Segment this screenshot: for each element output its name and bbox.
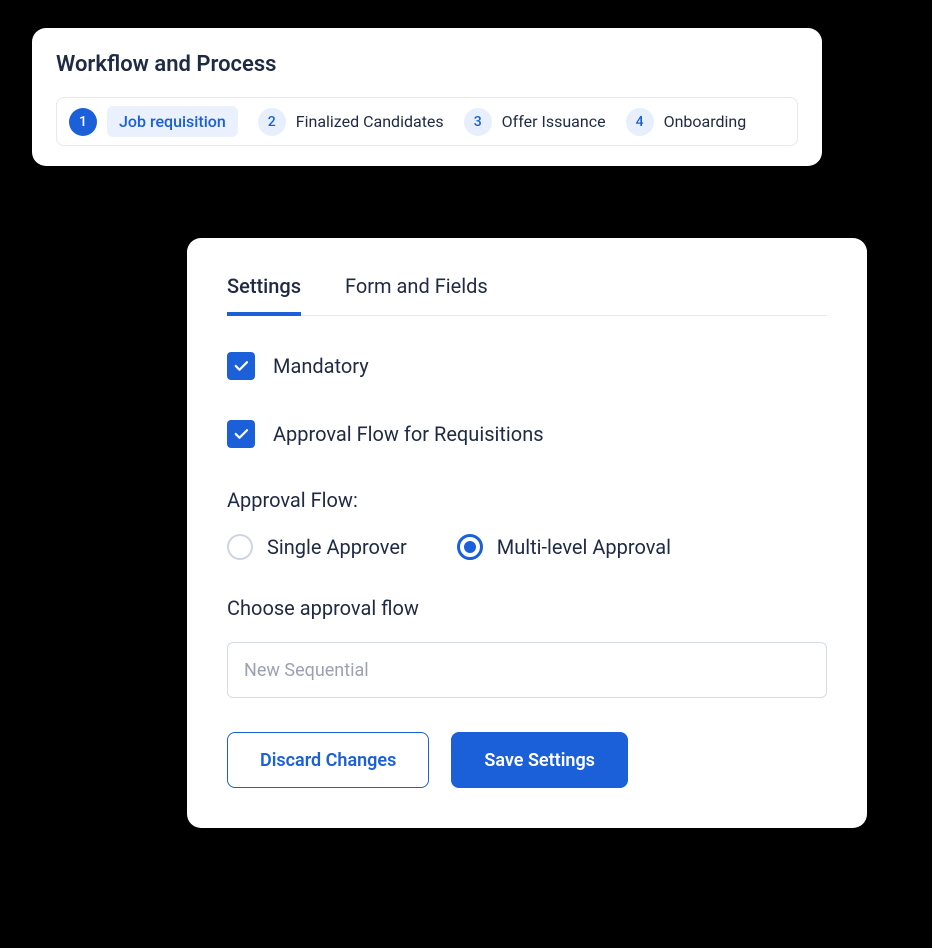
step-label-4: Onboarding xyxy=(664,106,747,137)
checkbox-mandatory[interactable] xyxy=(227,352,255,380)
radio-multi-level-approval[interactable]: Multi-level Approval xyxy=(457,534,671,560)
checkbox-approval-flow[interactable] xyxy=(227,420,255,448)
step-badge-1: 1 xyxy=(69,108,97,136)
settings-card: Settings Form and Fields Mandatory Appro… xyxy=(187,238,867,828)
check-icon xyxy=(232,425,250,443)
checkbox-approval-flow-label: Approval Flow for Requisitions xyxy=(273,422,544,446)
tab-form-and-fields[interactable]: Form and Fields xyxy=(345,274,488,316)
choose-approval-flow-label: Choose approval flow xyxy=(227,596,827,620)
radio-row: Single Approver Multi-level Approval xyxy=(227,534,827,560)
step-label-1: Job requisition xyxy=(107,106,238,137)
discard-changes-button[interactable]: Discard Changes xyxy=(227,732,429,788)
save-settings-button[interactable]: Save Settings xyxy=(451,732,628,788)
approval-flow-input[interactable] xyxy=(227,642,827,698)
radio-single-approver-label: Single Approver xyxy=(267,535,407,559)
workflow-title: Workflow and Process xyxy=(56,52,798,77)
workflow-card: Workflow and Process 1 Job requisition 2… xyxy=(32,28,822,166)
step-badge-2: 2 xyxy=(258,108,286,136)
step-label-2: Finalized Candidates xyxy=(296,106,444,137)
step-label-3: Offer Issuance xyxy=(502,106,606,137)
step-onboarding[interactable]: 4 Onboarding xyxy=(626,106,747,137)
tab-settings[interactable]: Settings xyxy=(227,274,301,316)
step-finalized-candidates[interactable]: 2 Finalized Candidates xyxy=(258,106,444,137)
step-badge-4: 4 xyxy=(626,108,654,136)
radio-single-approver-circle xyxy=(227,534,253,560)
check-icon xyxy=(232,357,250,375)
step-offer-issuance[interactable]: 3 Offer Issuance xyxy=(464,106,606,137)
step-job-requisition[interactable]: 1 Job requisition xyxy=(69,106,238,137)
workflow-steps: 1 Job requisition 2 Finalized Candidates… xyxy=(56,97,798,146)
tabs: Settings Form and Fields xyxy=(227,274,827,316)
checkbox-row-mandatory: Mandatory xyxy=(227,352,827,380)
checkbox-row-approval-flow: Approval Flow for Requisitions xyxy=(227,420,827,448)
radio-multi-level-circle xyxy=(457,534,483,560)
checkbox-mandatory-label: Mandatory xyxy=(273,354,369,378)
button-row: Discard Changes Save Settings xyxy=(227,732,827,788)
step-badge-3: 3 xyxy=(464,108,492,136)
radio-single-approver[interactable]: Single Approver xyxy=(227,534,407,560)
approval-flow-label: Approval Flow: xyxy=(227,488,827,512)
radio-multi-level-label: Multi-level Approval xyxy=(497,535,671,559)
